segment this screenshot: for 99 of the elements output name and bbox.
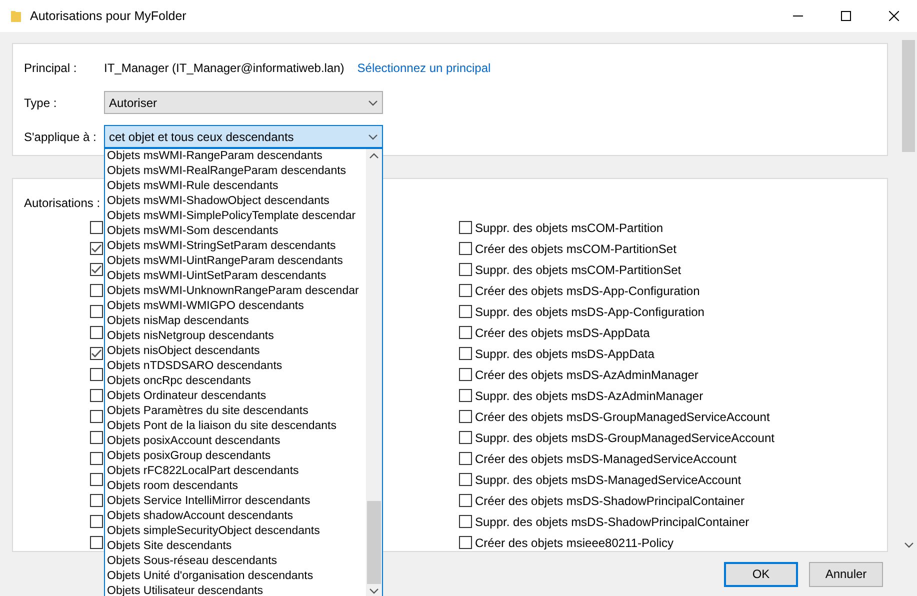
checkbox[interactable] — [459, 410, 472, 423]
dropdown-option[interactable]: Objets Pont de la liaison du site descendants — [107, 419, 366, 434]
field-label: Type : — [24, 94, 58, 112]
close-icon — [889, 11, 899, 21]
permission-label: Suppr. des objets msDS-AzAdminManager — [475, 388, 704, 404]
dropdown-option[interactable]: Objets oncRpc descendants — [107, 374, 366, 389]
checkbox[interactable] — [90, 494, 103, 507]
permission-label: Créer des objets msDS-AppData — [475, 324, 650, 342]
dropdown-option[interactable]: Objets nisNetgroup descendants — [107, 329, 366, 344]
type-dropdown[interactable]: Autoriser — [104, 91, 383, 114]
permission-label: Suppr. des objets msDS-AppData — [475, 346, 654, 362]
checkbox[interactable] — [90, 305, 103, 318]
principal-value: IT_Manager (IT_Manager@informatiweb.lan) — [104, 60, 344, 77]
dropdown-option[interactable]: Objets msWMI-Rule descendants — [107, 179, 366, 194]
permission-label: Créer des objets msDS-ManagedServiceAccount — [475, 450, 736, 468]
checkbox[interactable] — [90, 473, 103, 486]
chevron-down-icon — [368, 100, 378, 106]
checkbox[interactable] — [90, 368, 103, 381]
checkbox[interactable] — [459, 326, 472, 339]
permission-label: Suppr. des objets msCOM-PartitionSet — [475, 262, 682, 278]
dropdown-option[interactable]: Objets Site descendants — [107, 539, 366, 554]
checkbox[interactable] — [90, 515, 103, 528]
dropdown-option[interactable]: Objets Service IntelliMirror descendants — [107, 494, 366, 509]
checkbox[interactable] — [459, 494, 472, 507]
permission-label: Suppr. des objets msDS-ShadowPrincipalContainer — [475, 514, 750, 530]
applies-to-dropdown[interactable]: cet objet et tous ceux descendants — [104, 125, 383, 148]
checkbox[interactable] — [90, 536, 103, 549]
dropdown-option[interactable]: Objets nisObject descendants — [107, 344, 366, 359]
dialog-button[interactable]: OK — [724, 562, 798, 586]
dropdown-option[interactable]: Objets simpleSecurityObject descendants — [107, 524, 366, 539]
field-label: S'applique à : — [24, 128, 98, 146]
dropdown-option[interactable]: Objets msWMI-RangeParam descendants — [107, 149, 366, 164]
dropdown-option[interactable]: Objets nisMap descendants — [107, 314, 366, 329]
checkbox[interactable] — [90, 452, 103, 465]
chevron-down-icon — [368, 134, 378, 140]
checkbox[interactable] — [459, 221, 472, 234]
dropdown-option[interactable]: Objets msWMI-RealRangeParam descendants — [107, 164, 366, 179]
dropdown-option[interactable]: Objets Ordinateur descendants — [107, 389, 366, 404]
checkbox[interactable] — [90, 263, 103, 276]
chevron-up-icon — [369, 153, 379, 159]
checkbox[interactable] — [90, 347, 103, 360]
dropdown-option[interactable]: Objets msWMI-UnknownRangeParam descendar — [107, 284, 366, 299]
scrollbar-thumb[interactable] — [367, 501, 381, 584]
dropdown-option[interactable]: Objets msWMI-ShadowObject descendants — [107, 194, 366, 209]
chevron-down-icon — [904, 542, 914, 548]
permission-label: Créer des objets msCOM-PartitionSet — [475, 240, 676, 258]
dropdown-option[interactable]: Objets shadowAccount descendants — [107, 509, 366, 524]
checkbox[interactable] — [90, 389, 103, 402]
dropdown-option[interactable]: Objets nTDSDSARO descendants — [107, 359, 366, 374]
dialog-button[interactable]: Annuler — [809, 562, 883, 586]
checkbox[interactable] — [90, 284, 103, 297]
permission-label: Suppr. des objets msDS-App-Configuration — [475, 304, 704, 320]
dropdown-option[interactable]: Objets msWMI-Som descendants — [107, 224, 366, 239]
checkbox[interactable] — [459, 536, 472, 549]
permission-label: Suppr. des objets msDS-GroupManagedServiceAccount — [475, 430, 774, 446]
checkbox[interactable] — [459, 473, 472, 486]
checkbox[interactable] — [90, 221, 103, 234]
dropdown-option[interactable]: Objets msWMI-StringSetParam descendants — [107, 239, 366, 254]
permission-label: Créer des objets msDS-GroupManagedServiceAccount — [475, 408, 770, 426]
checkbox[interactable] — [90, 431, 103, 444]
checkbox[interactable] — [459, 263, 472, 276]
checkbox[interactable] — [90, 326, 103, 339]
checkbox[interactable] — [90, 242, 103, 255]
folder-icon — [11, 10, 21, 22]
permission-label: Suppr. des objets msCOM-Partition — [475, 220, 664, 236]
checkbox[interactable] — [459, 515, 472, 528]
dropdown-option[interactable]: Objets Paramètres du site descendants — [107, 404, 366, 419]
checkbox[interactable] — [90, 410, 103, 423]
select-principal-link[interactable]: Sélectionnez un principal — [357, 59, 491, 77]
permission-label: Créer des objets msieee80211-Policy — [475, 534, 674, 551]
checkbox[interactable] — [459, 305, 472, 318]
permission-label: Suppr. des objets msDS-ManagedServiceAccount — [475, 472, 742, 488]
checkbox[interactable] — [459, 242, 472, 255]
scrollbar-thumb[interactable] — [902, 40, 915, 152]
list-scrollbar[interactable] — [366, 149, 382, 596]
dropdown-option[interactable]: Objets msWMI-UintRangeParam descendants — [107, 254, 366, 269]
dropdown-option[interactable]: Objets posixAccount descendants — [107, 434, 366, 449]
dropdown-option[interactable]: Objets Unité d'organisation descendants — [107, 569, 366, 584]
checkbox[interactable] — [459, 284, 472, 297]
permission-label: Créer des objets msDS-ShadowPrincipalContainer — [475, 492, 744, 510]
field-label: Principal : — [24, 60, 78, 77]
maximize-icon — [841, 11, 851, 21]
window-title: Autorisations pour MyFolder — [30, 8, 186, 25]
permission-label: Créer des objets msDS-AzAdminManager — [475, 366, 698, 384]
chevron-down-icon — [369, 588, 379, 594]
permission-label: Créer des objets msDS-App-Configuration — [475, 282, 700, 300]
dropdown-option[interactable]: Objets msWMI-SimplePolicyTemplate descendar — [107, 209, 366, 224]
checkbox[interactable] — [459, 368, 472, 381]
dropdown-option[interactable]: Objets msWMI-WMIGPO descendants — [107, 299, 366, 314]
checkbox[interactable] — [459, 347, 472, 360]
section-label: Autorisations : — [24, 196, 100, 211]
checkbox[interactable] — [459, 452, 472, 465]
dropdown-option[interactable]: Objets rFC822LocalPart descendants — [107, 464, 366, 479]
dropdown-option[interactable]: Objets Sous-réseau descendants — [107, 554, 366, 569]
dropdown-option[interactable]: Objets msWMI-UintSetParam descendants — [107, 269, 366, 284]
checkbox[interactable] — [459, 389, 472, 402]
dropdown-option[interactable]: Objets posixGroup descendants — [107, 449, 366, 464]
dropdown-option[interactable]: Objets room descendants — [107, 479, 366, 494]
checkbox[interactable] — [459, 431, 472, 444]
